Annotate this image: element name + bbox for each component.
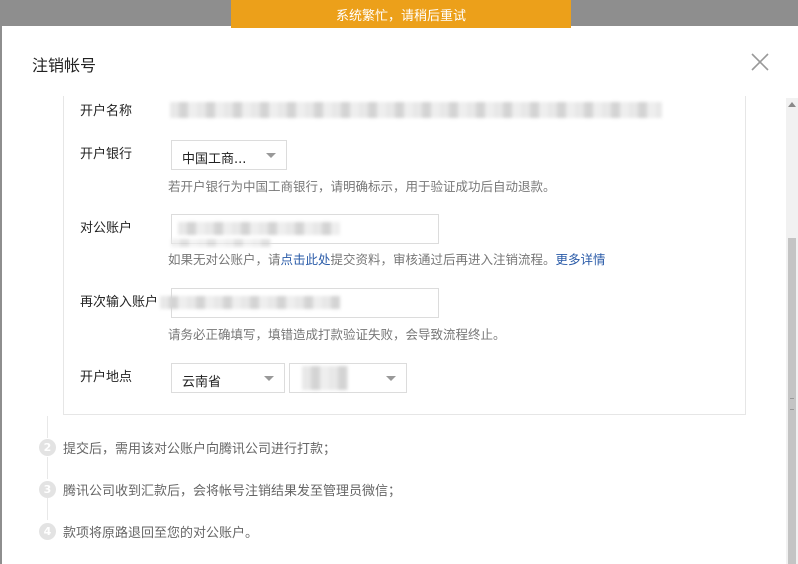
account-form: 开户名称 开户银行 中国工商... 若开户银行为中国工商银行，请明确标示，用于验… xyxy=(63,96,746,415)
step-text: 款项将原路退回至您的对公账户。 xyxy=(63,526,259,541)
corp-account-label: 对公账户 xyxy=(80,221,133,236)
province-select-value: 云南省 xyxy=(182,375,222,390)
account-name-value xyxy=(170,102,662,118)
account-name-label: 开户名称 xyxy=(80,104,133,119)
step-number: 2 xyxy=(39,439,56,456)
province-select[interactable]: 云南省 xyxy=(171,363,285,393)
more-details-link[interactable]: 更多详情 xyxy=(556,252,606,267)
bank-select[interactable]: 中国工商... xyxy=(171,140,287,170)
close-button[interactable] xyxy=(750,52,770,72)
bank-hint: 若开户银行为中国工商银行，请明确标示，用于验证成功后自动退款。 xyxy=(168,179,556,194)
step-connector xyxy=(47,416,48,438)
corp-account-hint-suffix: 提交资料，审核通过后再进入注销流程。 xyxy=(330,252,556,267)
step-connector xyxy=(47,498,48,520)
step-number: 4 xyxy=(39,523,56,540)
chevron-down-icon xyxy=(266,153,276,158)
step-number: 3 xyxy=(39,481,56,498)
corp-account-blur-extra xyxy=(171,239,271,247)
error-toast: 系统繁忙，请稍后重试 xyxy=(231,0,571,28)
corp-account-hint: 如果无对公账户，请点击此处提交资料，审核通过后再进入注销流程。更多详情 xyxy=(168,249,606,268)
location-label: 开户地点 xyxy=(80,370,133,385)
city-value-blurred xyxy=(302,366,348,390)
step-connector xyxy=(47,457,48,479)
scroll-up-arrow-icon[interactable] xyxy=(788,102,796,107)
bank-select-value: 中国工商... xyxy=(182,152,247,167)
chevron-down-icon xyxy=(386,376,396,381)
step-text: 提交后，需用该对公账户向腾讯公司进行打款； xyxy=(63,442,337,457)
step-text: 腾讯公司收到汇款后，会将帐号注销结果发至管理员微信； xyxy=(63,484,402,499)
corp-account-value xyxy=(178,222,340,235)
confirm-account-hint: 请务必正确填写，填错造成打款验证失败，会导致流程终止。 xyxy=(168,327,506,342)
corp-account-hint-prefix: 如果无对公账户，请 xyxy=(168,252,281,267)
scrollbar[interactable] xyxy=(786,98,798,564)
toast-message: 系统繁忙，请稍后重试 xyxy=(335,8,466,24)
click-here-link[interactable]: 点击此处 xyxy=(281,252,331,267)
confirm-account-value xyxy=(160,296,340,309)
step-item-3: 3 腾讯公司收到汇款后，会将帐号注销结果发至管理员微信； xyxy=(39,480,401,499)
confirm-account-label: 再次输入账户 xyxy=(80,295,159,310)
step-item-4: 4 款项将原路退回至您的对公账户。 xyxy=(39,522,258,541)
bank-label: 开户银行 xyxy=(80,147,133,162)
scroll-grip-icon xyxy=(790,398,794,410)
step-item-2: 2 提交后，需用该对公账户向腾讯公司进行打款； xyxy=(39,438,336,457)
dialog-title: 注销帐号 xyxy=(32,56,97,75)
deregister-dialog: 注销帐号 开户名称 开户银行 中国工商... 若开户银行为中国工商银行，请明确标… xyxy=(2,26,798,564)
close-icon xyxy=(751,53,769,71)
chevron-down-icon xyxy=(264,376,274,381)
